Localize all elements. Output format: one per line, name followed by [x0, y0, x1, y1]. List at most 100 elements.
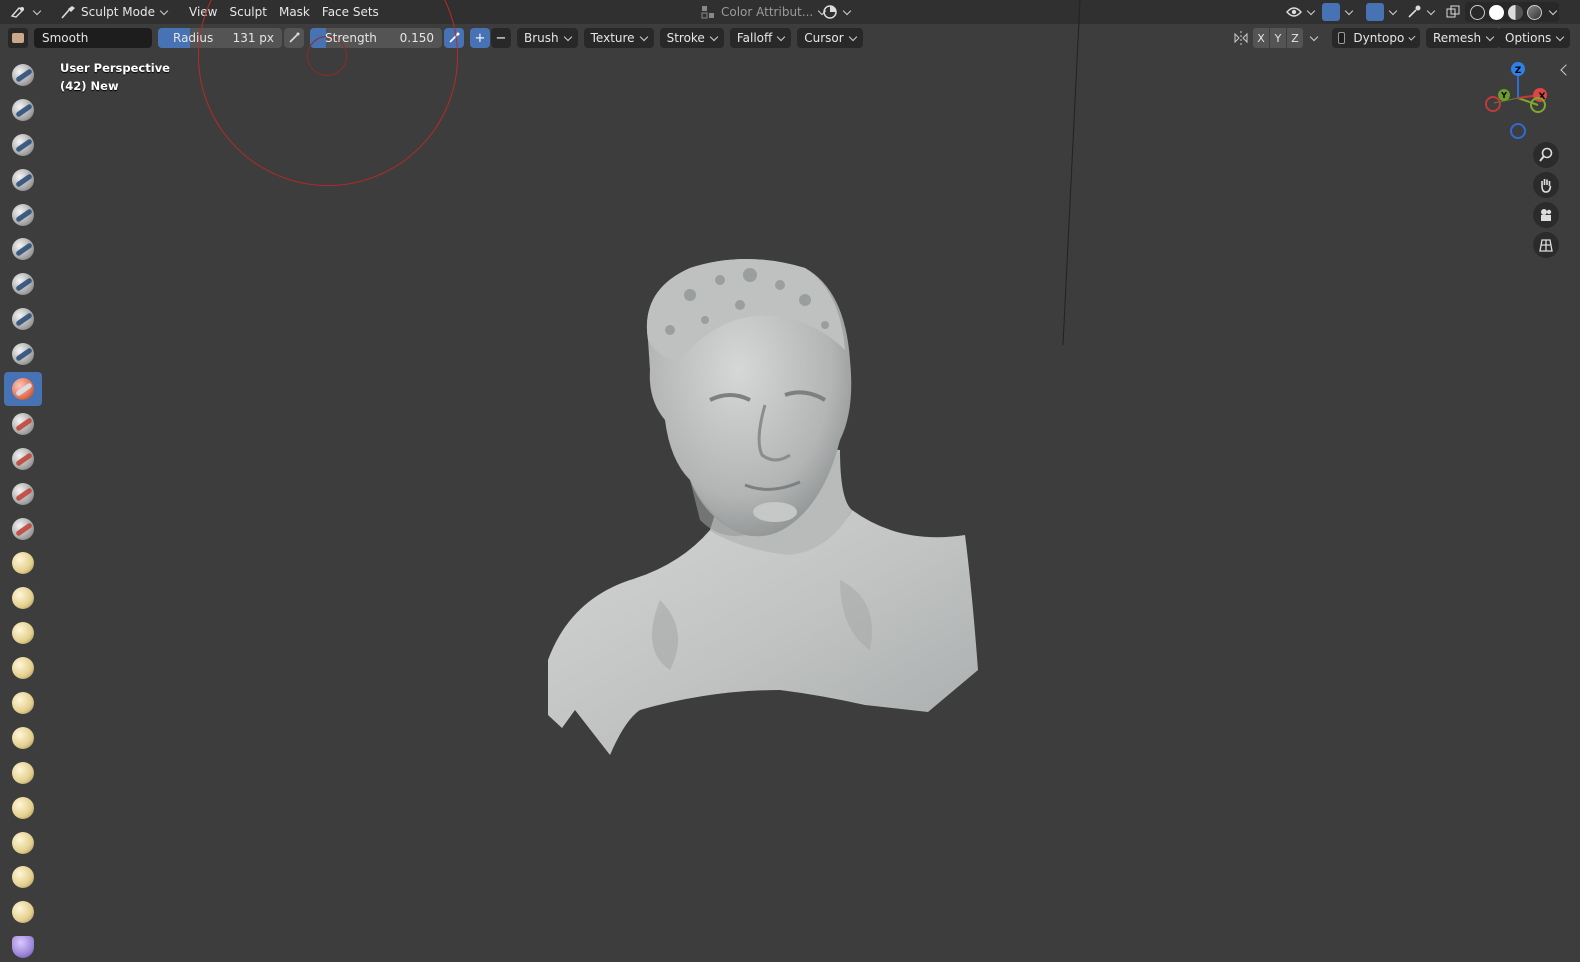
- crease-tool-button[interactable]: [4, 337, 42, 371]
- elastic-deform-tool-button[interactable]: [4, 616, 42, 650]
- gizmo-z-label: Z: [1515, 66, 1522, 76]
- color-attribute-selector[interactable]: Color Attribut...: [695, 2, 831, 22]
- pie-icon: [823, 5, 837, 19]
- chevron-down-icon[interactable]: [1408, 33, 1416, 40]
- scrape-tool-button[interactable]: [4, 477, 42, 511]
- visibility-button[interactable]: [1280, 2, 1320, 22]
- shading-pie-button[interactable]: [816, 2, 856, 22]
- chevron-down-icon: [709, 32, 719, 41]
- symmetry-z-toggle[interactable]: Z: [1287, 28, 1303, 48]
- color-attribute-label: Color Attribut...: [721, 5, 814, 19]
- mode-selector[interactable]: Sculpt Mode: [54, 2, 173, 22]
- material-shading-icon[interactable]: [1508, 4, 1523, 20]
- eye-icon: [1286, 7, 1302, 17]
- flatten-tool-icon: [12, 412, 34, 435]
- chevron-down-icon[interactable]: [1548, 6, 1558, 15]
- options-dropdown[interactable]: Options: [1498, 28, 1571, 48]
- blob-tool-icon: [12, 308, 34, 331]
- remesh-dropdown[interactable]: Remesh: [1426, 28, 1501, 48]
- symmetry-x-toggle[interactable]: X: [1253, 28, 1269, 48]
- flatten-tool-button[interactable]: [4, 407, 42, 441]
- snake-hook-tool-icon: [12, 657, 34, 680]
- draw-sharp-tool-button[interactable]: [4, 93, 42, 127]
- pinch-tool-button[interactable]: [4, 546, 42, 580]
- symmetry-group: X Y Z: [1232, 28, 1319, 48]
- brush-dropdown-label: Brush: [524, 31, 559, 45]
- chevron-down-icon: [1556, 32, 1565, 41]
- pose-tool-button[interactable]: [4, 721, 42, 755]
- sculpt-toolbar: [4, 58, 42, 962]
- color-attribute-icon: [701, 6, 714, 19]
- texture-dropdown[interactable]: Texture: [583, 28, 654, 48]
- smooth-tool-button[interactable]: [4, 372, 42, 407]
- brush-icon: [12, 33, 24, 43]
- overlays-button[interactable]: [1360, 2, 1402, 22]
- radius-label: Radius: [173, 31, 214, 45]
- chevron-down-icon: [1485, 32, 1495, 41]
- pinch-tool-icon: [12, 552, 34, 575]
- direction-add-button[interactable]: +: [470, 28, 490, 48]
- solid-shading-icon[interactable]: [1489, 4, 1504, 20]
- clay-tool-button[interactable]: [4, 128, 42, 162]
- dyntopo-checkbox[interactable]: [1338, 32, 1346, 44]
- cloth-tool-button[interactable]: [4, 895, 42, 929]
- chevron-down-icon: [159, 6, 169, 15]
- snake-hook-tool-button[interactable]: [4, 651, 42, 685]
- slide-relax-tool-icon: [12, 831, 34, 854]
- brush-dropdown[interactable]: Brush: [517, 28, 578, 48]
- navigation-gizmo[interactable]: Z X Y: [1480, 60, 1560, 140]
- eyedropper-icon: [1408, 5, 1421, 18]
- camera-view-button[interactable]: [1533, 202, 1559, 228]
- wireframe-shading-icon[interactable]: [1470, 4, 1485, 20]
- inflate-tool-button[interactable]: [4, 267, 42, 301]
- fill-tool-button[interactable]: [4, 442, 42, 476]
- editor-type-button[interactable]: [4, 2, 46, 22]
- zoom-button[interactable]: [1533, 142, 1559, 168]
- grab-tool-button[interactable]: [4, 581, 42, 615]
- boundary-tool-icon: [12, 866, 34, 889]
- perspective-toggle-button[interactable]: [1533, 232, 1559, 258]
- pan-button[interactable]: [1533, 172, 1559, 198]
- direction-subtract-button[interactable]: −: [491, 28, 511, 48]
- chevron-down-icon: [32, 6, 42, 15]
- clay-strips-tool-button[interactable]: [4, 163, 42, 197]
- scrape-tool-icon: [12, 482, 34, 505]
- cursor-dropdown[interactable]: Cursor: [797, 28, 863, 48]
- clay-thumb-tool-icon: [12, 203, 34, 226]
- chevron-down-icon: [777, 32, 786, 41]
- editor-type-icon: [10, 7, 25, 18]
- magnifier-icon: [1539, 147, 1553, 162]
- symmetry-y-toggle[interactable]: Y: [1270, 28, 1286, 48]
- slide-relax-tool-button[interactable]: [4, 826, 42, 860]
- nudge-tool-button[interactable]: [4, 756, 42, 790]
- stroke-dropdown[interactable]: Stroke: [659, 28, 724, 48]
- xray-icon: [1446, 5, 1460, 18]
- brush-name-field[interactable]: Smooth: [34, 28, 152, 48]
- sculpt-mesh: [548, 259, 978, 755]
- multiplane-scrape-tool-button[interactable]: [4, 512, 42, 546]
- layer-tool-button[interactable]: [4, 232, 42, 266]
- chevron-down-icon: [1306, 6, 1316, 15]
- blob-tool-button[interactable]: [4, 302, 42, 336]
- remesh-label: Remesh: [1433, 31, 1482, 45]
- brush-thumbnail[interactable]: [8, 28, 28, 48]
- clay-thumb-tool-button[interactable]: [4, 198, 42, 232]
- strength-label: Strength: [325, 31, 377, 45]
- gizmo-toggle-button[interactable]: [1316, 2, 1358, 22]
- stroke-dropdown-label: Stroke: [666, 31, 705, 45]
- thumb-tool-button[interactable]: [4, 686, 42, 720]
- rendered-shading-icon[interactable]: [1527, 4, 1542, 20]
- smooth-tool-icon: [12, 378, 34, 401]
- multiplane-scrape-tool-icon: [12, 517, 34, 540]
- boundary-tool-button[interactable]: [4, 860, 42, 894]
- rotate-tool-button[interactable]: [4, 791, 42, 825]
- eyedropper-button[interactable]: [1400, 2, 1440, 22]
- simplify-tool-button[interactable]: [4, 930, 42, 962]
- clay-tool-icon: [12, 133, 34, 156]
- fill-tool-icon: [12, 447, 34, 470]
- falloff-dropdown[interactable]: Falloff: [729, 28, 792, 48]
- falloff-dropdown-label: Falloff: [736, 31, 773, 45]
- xray-toggle-button[interactable]: [1440, 2, 1466, 22]
- draw-tool-button[interactable]: [4, 58, 42, 92]
- chevron-down-icon[interactable]: [1309, 32, 1319, 41]
